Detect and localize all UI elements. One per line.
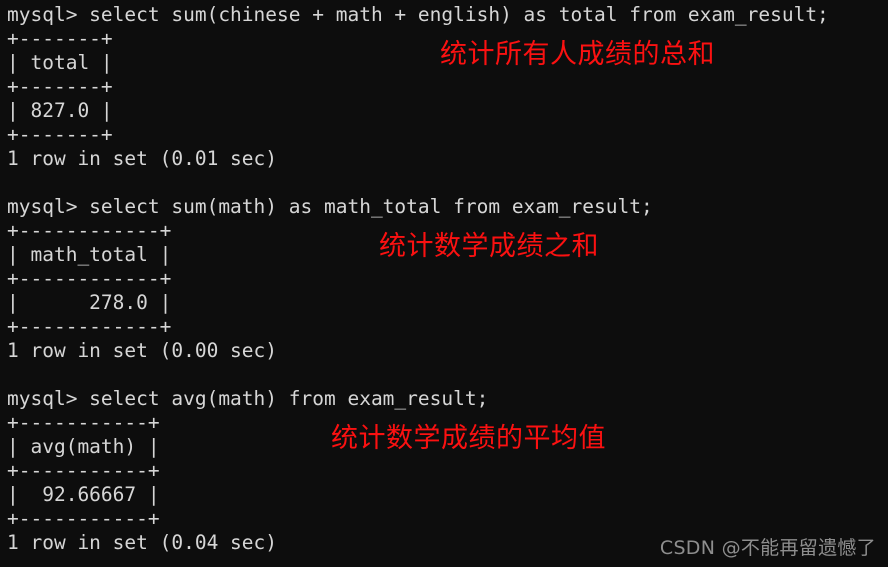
terminal-line: +-----------+ xyxy=(7,507,160,530)
terminal-line: +------------+ xyxy=(7,267,172,290)
terminal-line: mysql> select sum(math) as math_total fr… xyxy=(7,195,653,218)
terminal-line: 1 row in set (0.01 sec) xyxy=(7,147,278,170)
terminal-line: +-----------+ xyxy=(7,459,160,482)
terminal-line: | 92.66667 | xyxy=(7,483,160,506)
terminal-line: 1 row in set (0.00 sec) xyxy=(7,339,278,362)
annotation-avg-math: 统计数学成绩的平均值 xyxy=(331,423,606,454)
terminal-line: +-------+ xyxy=(7,75,113,98)
csdn-watermark: CSDN @不能再留遗憾了 xyxy=(659,537,876,559)
terminal-console-output: mysql> select sum(chinese + math + engli… xyxy=(7,3,888,555)
mysql-terminal-window: mysql> select sum(chinese + math + engli… xyxy=(0,0,888,567)
terminal-line: mysql> select sum(chinese + math + engli… xyxy=(7,3,829,26)
terminal-line: +------------+ xyxy=(7,315,172,338)
terminal-line: | 827.0 | xyxy=(7,99,113,122)
annotation-sum-math: 统计数学成绩之和 xyxy=(379,231,599,262)
terminal-line: mysql> select avg(math) from exam_result… xyxy=(7,387,489,410)
terminal-line: | 278.0 | xyxy=(7,291,172,314)
terminal-line: +-------+ xyxy=(7,123,113,146)
annotation-sum-total: 统计所有人成绩的总和 xyxy=(440,39,715,70)
